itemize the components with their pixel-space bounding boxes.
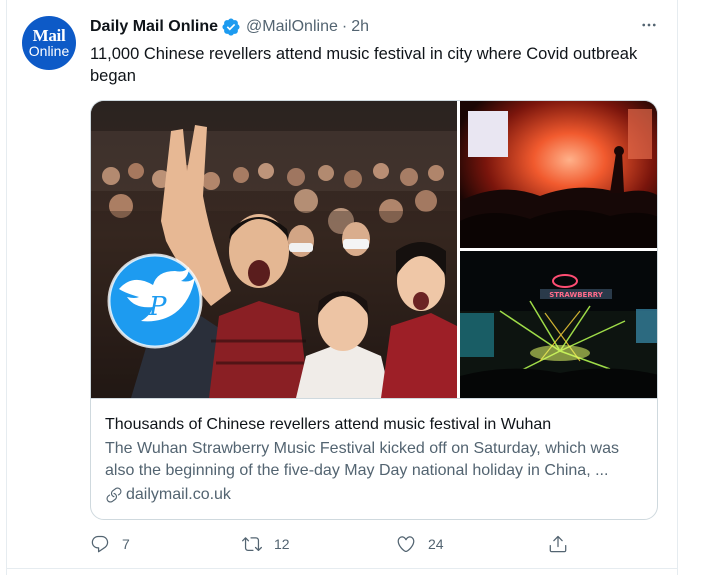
avatar-line1: Mail [32, 25, 66, 45]
like-icon [397, 536, 415, 553]
stage-sign-text: STRAWBERRY [549, 291, 604, 299]
link-card[interactable]: P STRAWBERRY Thousands of Chinese revell… [90, 100, 658, 520]
separator-dot: · [341, 18, 348, 35]
retweet-button[interactable]: 12 [242, 534, 290, 554]
svg-text:P: P [148, 292, 167, 322]
like-count: 24 [428, 536, 444, 552]
crowd-photo: P [91, 101, 457, 398]
author-handle[interactable]: @MailOnline [246, 18, 338, 36]
card-title: Thousands of Chinese revellers attend mu… [105, 416, 552, 433]
retweet-count: 12 [274, 536, 290, 552]
share-icon [549, 535, 567, 553]
reply-count: 7 [122, 536, 130, 552]
avatar-line2: Online [28, 42, 70, 59]
card-description: The Wuhan Strawberry Music Festival kick… [105, 440, 619, 479]
reply-button[interactable]: 7 [90, 534, 130, 554]
more-icon[interactable] [638, 14, 660, 36]
card-meta[interactable]: Thousands of Chinese revellers attend mu… [91, 398, 657, 519]
action-bar: 7 12 24 [90, 534, 580, 558]
verified-badge-icon [222, 18, 240, 36]
like-button[interactable]: 24 [396, 534, 444, 554]
reply-icon [91, 535, 109, 553]
tweet-text: 11,000 Chinese revellers attend music fe… [90, 45, 638, 85]
tweet-divider [6, 568, 678, 569]
retweet-icon [242, 537, 262, 552]
festival-lights-photo: STRAWBERRY [460, 251, 657, 398]
link-icon [106, 487, 122, 503]
avatar[interactable]: Mail Online [22, 16, 76, 70]
tweet-time[interactable]: 2h [351, 18, 369, 36]
card-domain: dailymail.co.uk [126, 486, 231, 503]
card-link[interactable]: dailymail.co.uk [105, 484, 645, 506]
concert-stage-photo [460, 101, 657, 248]
tweet-header: Daily Mail Online @MailOnline · 2h [90, 15, 369, 39]
author-name[interactable]: Daily Mail Online [90, 18, 218, 36]
card-media[interactable]: P STRAWBERRY [91, 101, 657, 398]
share-button[interactable] [548, 534, 568, 554]
